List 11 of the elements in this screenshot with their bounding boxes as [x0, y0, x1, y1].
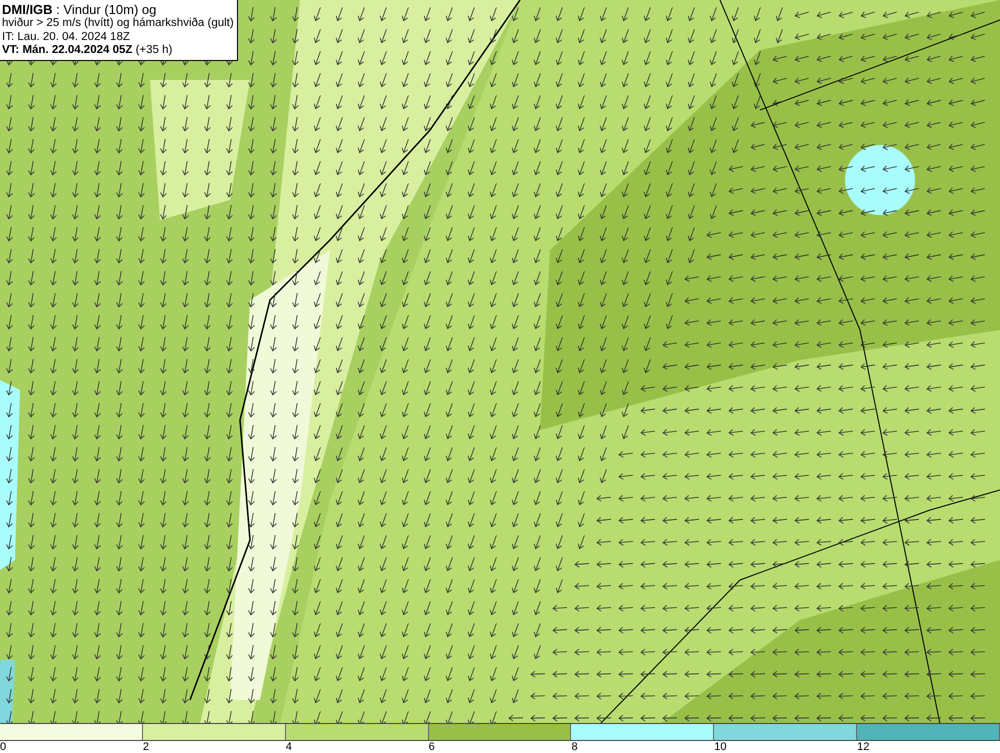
tick-label: 4 [286, 741, 292, 753]
tick-label: 12 [857, 741, 870, 753]
header-text: hviður > 25 m/s (hvítt) og hámarkshviða (gult) [2, 17, 234, 30]
header-text: DMI/IGB : Vindur (10m) og [2, 2, 158, 17]
tick-label: 6 [428, 741, 435, 753]
tick-label: 10 [714, 741, 727, 753]
tick-label: 2 [142, 741, 149, 753]
tick-label: 0 [0, 741, 6, 753]
header-text: VT: Mán. 22.04.2024 05Z (+35 h) [2, 44, 174, 58]
header-text: IT: Lau. 20. 04. 2024 18Z [2, 30, 131, 44]
tick-label: 8 [571, 741, 578, 753]
